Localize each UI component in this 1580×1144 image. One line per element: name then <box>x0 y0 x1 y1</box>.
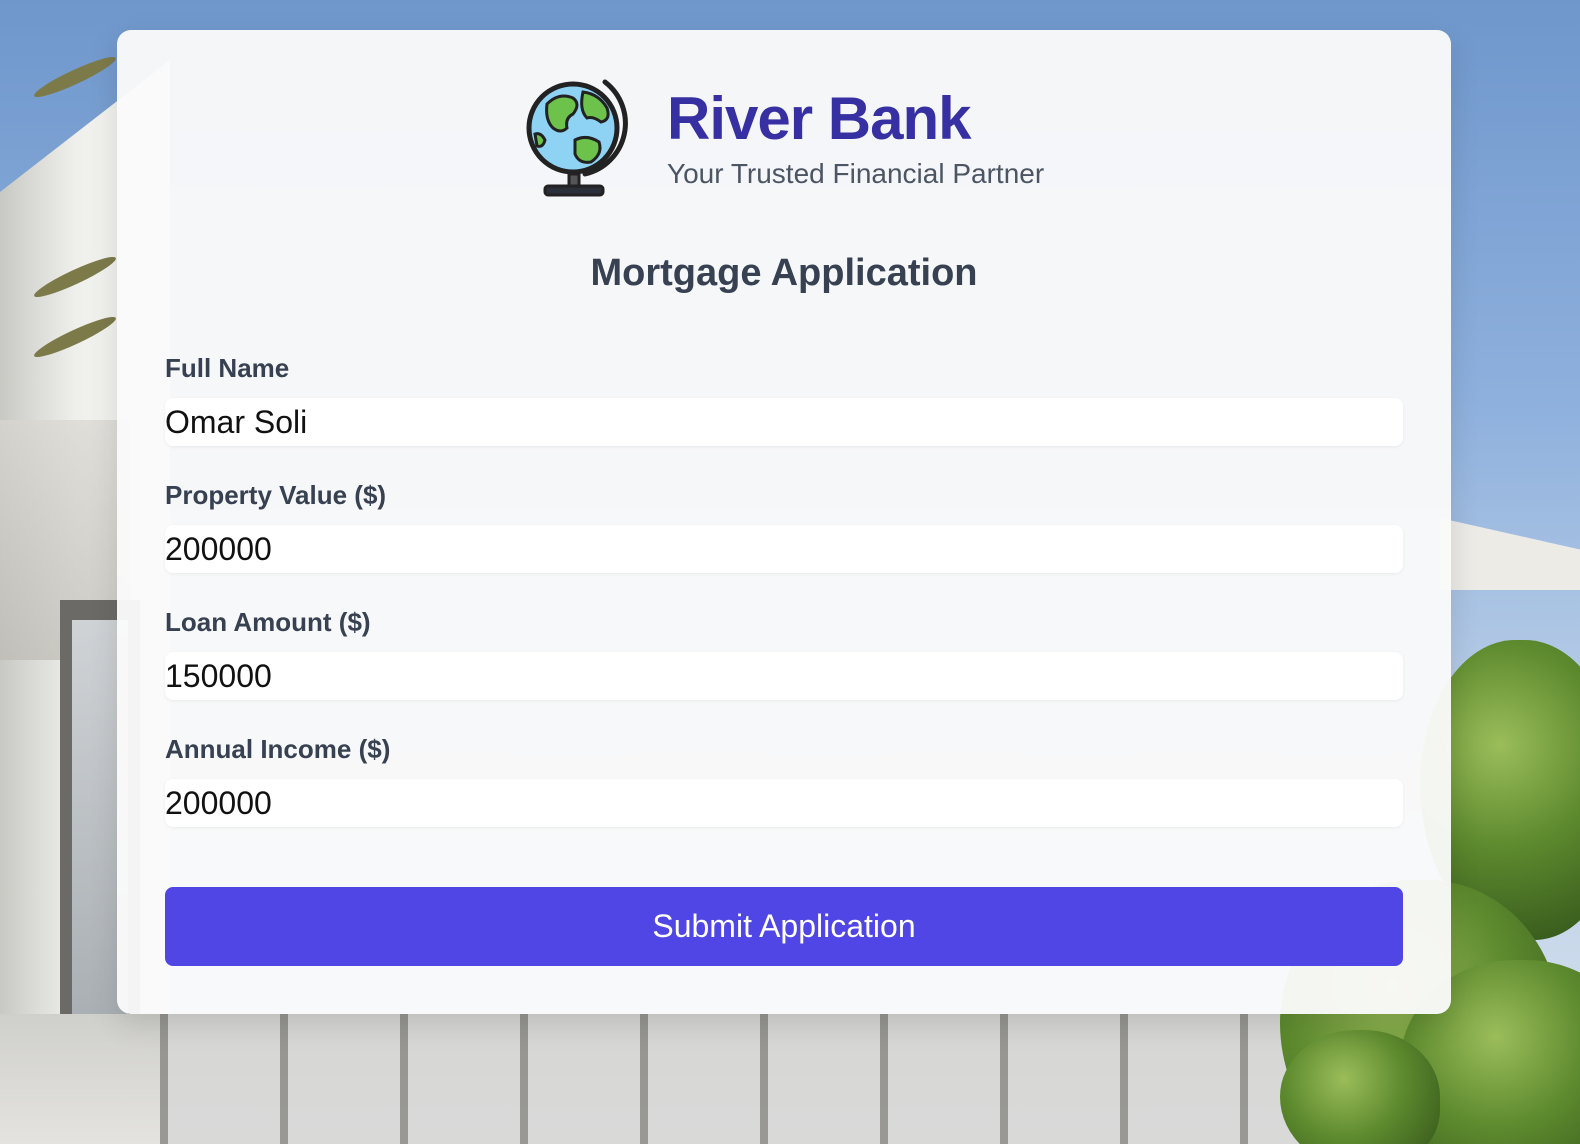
full-name-input[interactable] <box>165 398 1403 446</box>
annual-income-label: Annual Income ($) <box>165 734 391 764</box>
property-value-input[interactable] <box>165 525 1403 573</box>
loan-amount-label: Loan Amount ($) <box>165 607 371 637</box>
brand-text: River Bank Your Trusted Financial Partne… <box>667 84 1044 190</box>
loan-amount-input[interactable] <box>165 652 1403 700</box>
property-value-label: Property Value ($) <box>165 480 387 510</box>
field-property-value: Property Value ($) <box>165 479 1403 573</box>
field-loan-amount: Loan Amount ($) <box>165 606 1403 700</box>
submit-application-button[interactable]: Submit Application <box>165 887 1403 966</box>
terrace-glass-doors <box>160 1014 1360 1144</box>
annual-income-input[interactable] <box>165 779 1403 827</box>
application-card: River Bank Your Trusted Financial Partne… <box>117 30 1451 1014</box>
globe-icon <box>526 79 628 197</box>
brand-header: River Bank Your Trusted Financial Partne… <box>525 74 1044 198</box>
brand-tagline: Your Trusted Financial Partner <box>667 158 1045 189</box>
brand-name: River Bank <box>667 85 971 152</box>
full-name-label: Full Name <box>165 353 290 383</box>
field-full-name: Full Name <box>165 352 1403 446</box>
page-title: Mortgage Application <box>590 252 978 294</box>
field-annual-income: Annual Income ($) <box>165 733 1403 827</box>
